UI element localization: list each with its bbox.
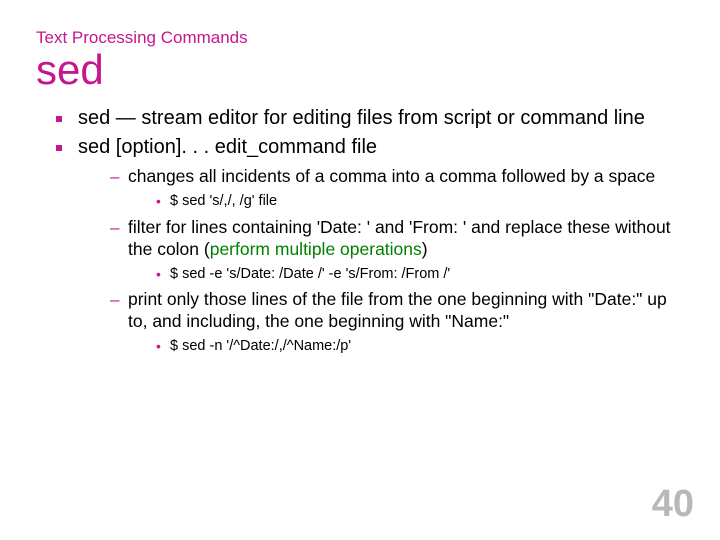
list-item: sed — stream editor for editing files fr…: [56, 106, 684, 131]
page-number: 40: [652, 483, 694, 526]
list-item-text-part: ): [422, 239, 428, 259]
bullet-list-level1: sed — stream editor for editing files fr…: [36, 106, 684, 356]
list-item: sed [option]. . . edit_command file chan…: [56, 135, 684, 356]
list-item-text: print only those lines of the file from …: [128, 289, 667, 331]
list-item: filter for lines containing 'Date: ' and…: [110, 217, 684, 284]
bullet-list-level2: changes all incidents of a comma into a …: [78, 166, 684, 356]
bullet-list-level3: $ sed 's/,/, /g' file: [128, 192, 684, 211]
list-item: print only those lines of the file from …: [110, 289, 684, 356]
slide-title: sed: [36, 48, 684, 92]
code-example: $ sed 's/,/, /g' file: [156, 192, 684, 211]
code-example: $ sed -e 's/Date: /Date /' -e 's/From: /…: [156, 265, 684, 284]
list-item-text: sed [option]. . . edit_command file: [78, 136, 377, 158]
bullet-list-level3: $ sed -e 's/Date: /Date /' -e 's/From: /…: [128, 265, 684, 284]
bullet-list-level3: $ sed -n '/^Date:/,/^Name:/p': [128, 337, 684, 356]
list-item-highlight: perform multiple operations: [210, 239, 422, 259]
code-example: $ sed -n '/^Date:/,/^Name:/p': [156, 337, 684, 356]
list-item: changes all incidents of a comma into a …: [110, 166, 684, 211]
section-heading: Text Processing Commands: [36, 28, 684, 48]
slide: Text Processing Commands sed sed — strea…: [0, 0, 720, 540]
list-item-text: changes all incidents of a comma into a …: [128, 166, 655, 186]
